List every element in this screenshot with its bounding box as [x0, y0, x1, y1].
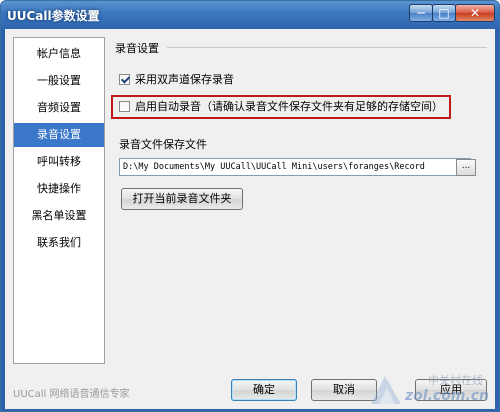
settings-sidebar: 帐户信息 一般设置 音频设置 录音设置 呼叫转移 快捷操作 黑名单设置 联系我们 — [13, 37, 105, 364]
maximize-icon: □ — [438, 6, 450, 20]
stereo-recording-checkbox[interactable] — [119, 73, 130, 85]
watermark: 中关村在线 zol.com.cn — [365, 372, 495, 408]
sidebar-item-recording[interactable]: 录音设置 — [14, 123, 104, 147]
group-title: 录音设置 — [115, 42, 159, 55]
record-path-input[interactable]: D:\My Documents\My UUCall\UUCall Mini\us… — [119, 158, 471, 176]
close-button[interactable]: ✕ — [455, 4, 495, 22]
browse-button[interactable]: ... — [456, 159, 476, 176]
group-divider — [167, 47, 487, 48]
sidebar-item-audio[interactable]: 音频设置 — [14, 96, 104, 120]
watermark-cn-text: 中关村在线 — [428, 374, 483, 387]
maximize-button[interactable]: □ — [432, 4, 456, 22]
title-bar[interactable]: UUCall参数设置 ─ □ ✕ — [1, 1, 499, 29]
ok-button[interactable]: 确定 — [231, 379, 297, 401]
auto-recording-option[interactable]: 启用自动录音（请确认录音文件保存文件夹有足够的存储空间） — [119, 98, 443, 114]
brand-text: UUCall 网络语音通信专家 — [13, 389, 130, 400]
open-record-folder-button[interactable]: 打开当前录音文件夹 — [121, 188, 243, 210]
sidebar-item-general[interactable]: 一般设置 — [14, 69, 104, 93]
recording-settings-panel: 录音设置 采用双声道保存录音 启用自动录音（请确认录音文件保存文件夹有足够的存储… — [111, 37, 489, 364]
sidebar-item-call-forwarding[interactable]: 呼叫转移 — [14, 150, 104, 174]
minimize-button[interactable]: ─ — [409, 4, 433, 22]
sidebar-item-shortcuts[interactable]: 快捷操作 — [14, 177, 104, 201]
stereo-recording-option[interactable]: 采用双声道保存录音 — [119, 71, 234, 87]
auto-recording-label: 启用自动录音（请确认录音文件保存文件夹有足够的存储空间） — [135, 100, 443, 113]
dialog-client-area: 帐户信息 一般设置 音频设置 录音设置 呼叫转移 快捷操作 黑名单设置 联系我们… — [5, 29, 495, 409]
record-path-label: 录音文件保存文件 — [119, 138, 207, 151]
settings-window: UUCall参数设置 ─ □ ✕ 帐户信息 一般设置 音频设置 录音设置 呼叫转… — [0, 0, 500, 412]
minimize-icon: ─ — [417, 6, 425, 20]
sidebar-item-contact-us[interactable]: 联系我们 — [14, 231, 104, 255]
stereo-recording-label: 采用双声道保存录音 — [135, 73, 234, 86]
watermark-url-text: zol.com.cn — [405, 388, 489, 404]
watermark-logo-icon — [371, 376, 401, 404]
sidebar-item-account-info[interactable]: 帐户信息 — [14, 42, 104, 66]
auto-recording-checkbox[interactable] — [119, 100, 130, 112]
sidebar-item-blacklist[interactable]: 黑名单设置 — [14, 204, 104, 228]
close-icon: ✕ — [469, 6, 481, 20]
window-title: UUCall参数设置 — [7, 9, 100, 23]
